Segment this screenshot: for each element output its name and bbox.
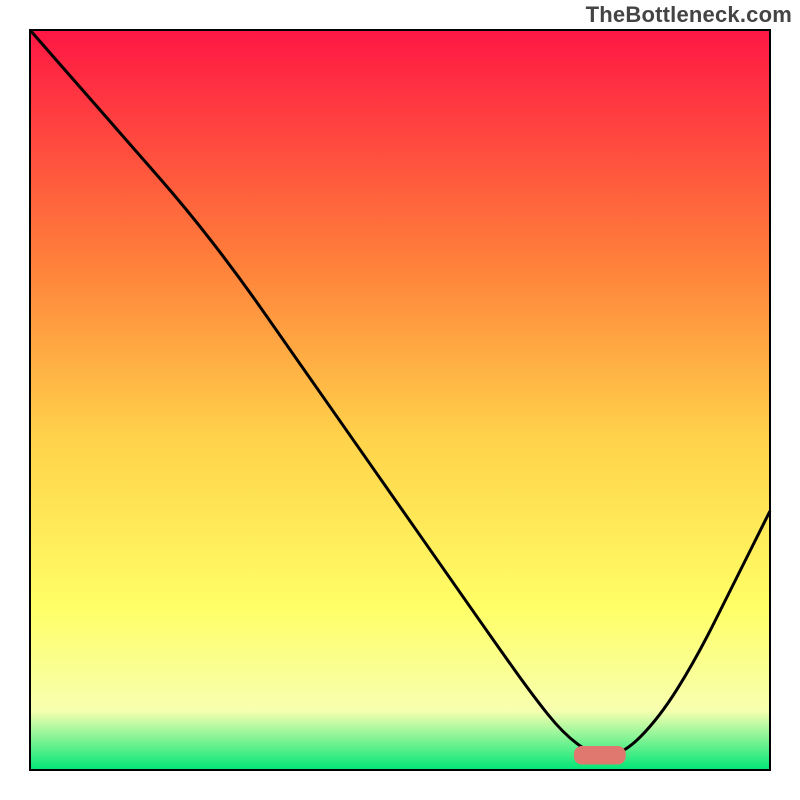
bottleneck-chart: TheBottleneck.com [0,0,800,800]
plot-background [30,30,770,770]
chart-svg [0,0,800,800]
optimal-marker [574,746,626,765]
watermark-text: TheBottleneck.com [586,2,792,28]
